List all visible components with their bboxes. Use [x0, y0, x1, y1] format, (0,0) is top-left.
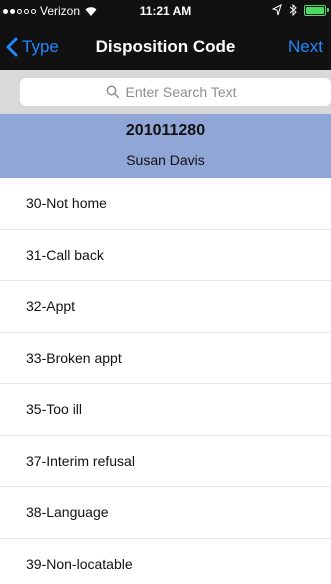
case-id: 201011280 — [125, 122, 206, 139]
list-item-label: 30-Not home — [26, 195, 107, 212]
list-item-39-non-locatable[interactable]: 39-Non-locatable — [0, 539, 331, 584]
bluetooth-icon — [289, 4, 297, 16]
battery-icon — [304, 4, 329, 16]
list-item-37-interim-refusal[interactable]: 37-Interim refusal — [0, 436, 331, 487]
person-name: Susan Davis — [126, 152, 205, 168]
app-screen: Verizon 11:21 AM Type Disposition Code N… — [0, 0, 331, 584]
next-button[interactable]: Next — [288, 24, 323, 70]
list-item-31-call-back[interactable]: 31-Call back — [0, 230, 331, 281]
disposition-code-list: 30-Not home 31-Call back 32-Appt 33-Brok… — [0, 178, 331, 584]
top-bar: Verizon 11:21 AM Type Disposition Code N… — [0, 0, 331, 70]
list-item-35-too-ill[interactable]: 35-Too ill — [0, 384, 331, 436]
search-bar-area — [0, 70, 331, 114]
case-header: 201011280 Susan Davis — [0, 114, 331, 178]
status-right — [272, 4, 329, 16]
search-input[interactable] — [125, 84, 246, 100]
list-item-label: 32-Appt — [26, 298, 76, 315]
list-item-38-language[interactable]: 38-Language — [0, 487, 331, 539]
search-icon — [106, 85, 119, 99]
list-item-label: 31-Call back — [26, 246, 104, 263]
search-field[interactable] — [20, 78, 331, 106]
navigation-bar: Type Disposition Code Next — [0, 24, 331, 70]
list-item-label: 35-Too ill — [26, 401, 83, 418]
list-item-label: 39-Non-locatable — [26, 555, 133, 572]
location-icon — [272, 4, 282, 16]
status-bar: Verizon 11:21 AM — [0, 0, 331, 22]
page-title: Disposition Code — [95, 37, 236, 56]
list-item-33-broken-appt[interactable]: 33-Broken appt — [0, 333, 331, 384]
list-item-label: 37-Interim refusal — [26, 452, 135, 469]
list-item-32-appt[interactable]: 32-Appt — [0, 281, 331, 333]
list-item-30-not-home[interactable]: 30-Not home — [0, 178, 331, 230]
list-item-label: 38-Language — [26, 504, 109, 521]
list-item-label: 33-Broken appt — [26, 349, 122, 366]
